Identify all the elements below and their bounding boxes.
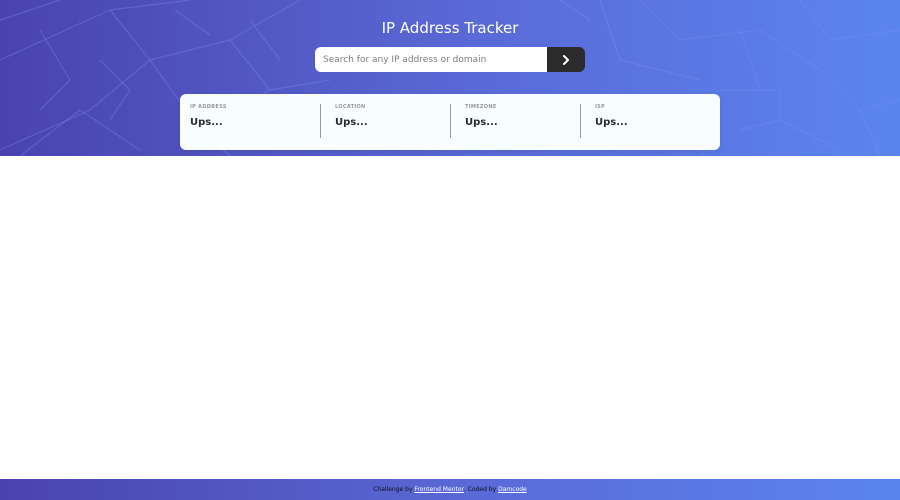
map-area[interactable] <box>0 156 900 479</box>
info-label: ISP <box>595 104 606 110</box>
info-ip-address: IP Address Ups... <box>180 94 320 150</box>
info-label: IP Address <box>190 104 227 110</box>
info-value: Ups... <box>465 117 498 128</box>
search-bar <box>315 47 585 72</box>
author-link[interactable]: Damcode <box>498 486 527 493</box>
footer-challenge-text: Challenge by <box>373 486 415 493</box>
info-value: Ups... <box>335 117 368 128</box>
info-label: Timezone <box>465 104 497 110</box>
info-timezone: Timezone Ups... <box>450 94 580 150</box>
chevron-right-icon <box>563 54 569 65</box>
footer-coded-text: . Coded by <box>463 486 499 493</box>
info-value: Ups... <box>190 117 223 128</box>
info-label: Location <box>335 104 366 110</box>
info-isp: ISP Ups... <box>580 94 720 150</box>
ip-info-card: IP Address Ups... Location Ups... Timezo… <box>180 94 720 150</box>
search-button[interactable] <box>547 47 585 72</box>
frontend-mentor-link[interactable]: Frontend Mentor <box>414 486 464 493</box>
footer-attribution: Challenge by Frontend Mentor. Coded by D… <box>0 479 900 500</box>
info-location: Location Ups... <box>320 94 450 150</box>
page-title: IP Address Tracker <box>381 19 519 37</box>
info-value: Ups... <box>595 117 628 128</box>
search-input[interactable] <box>315 47 547 72</box>
